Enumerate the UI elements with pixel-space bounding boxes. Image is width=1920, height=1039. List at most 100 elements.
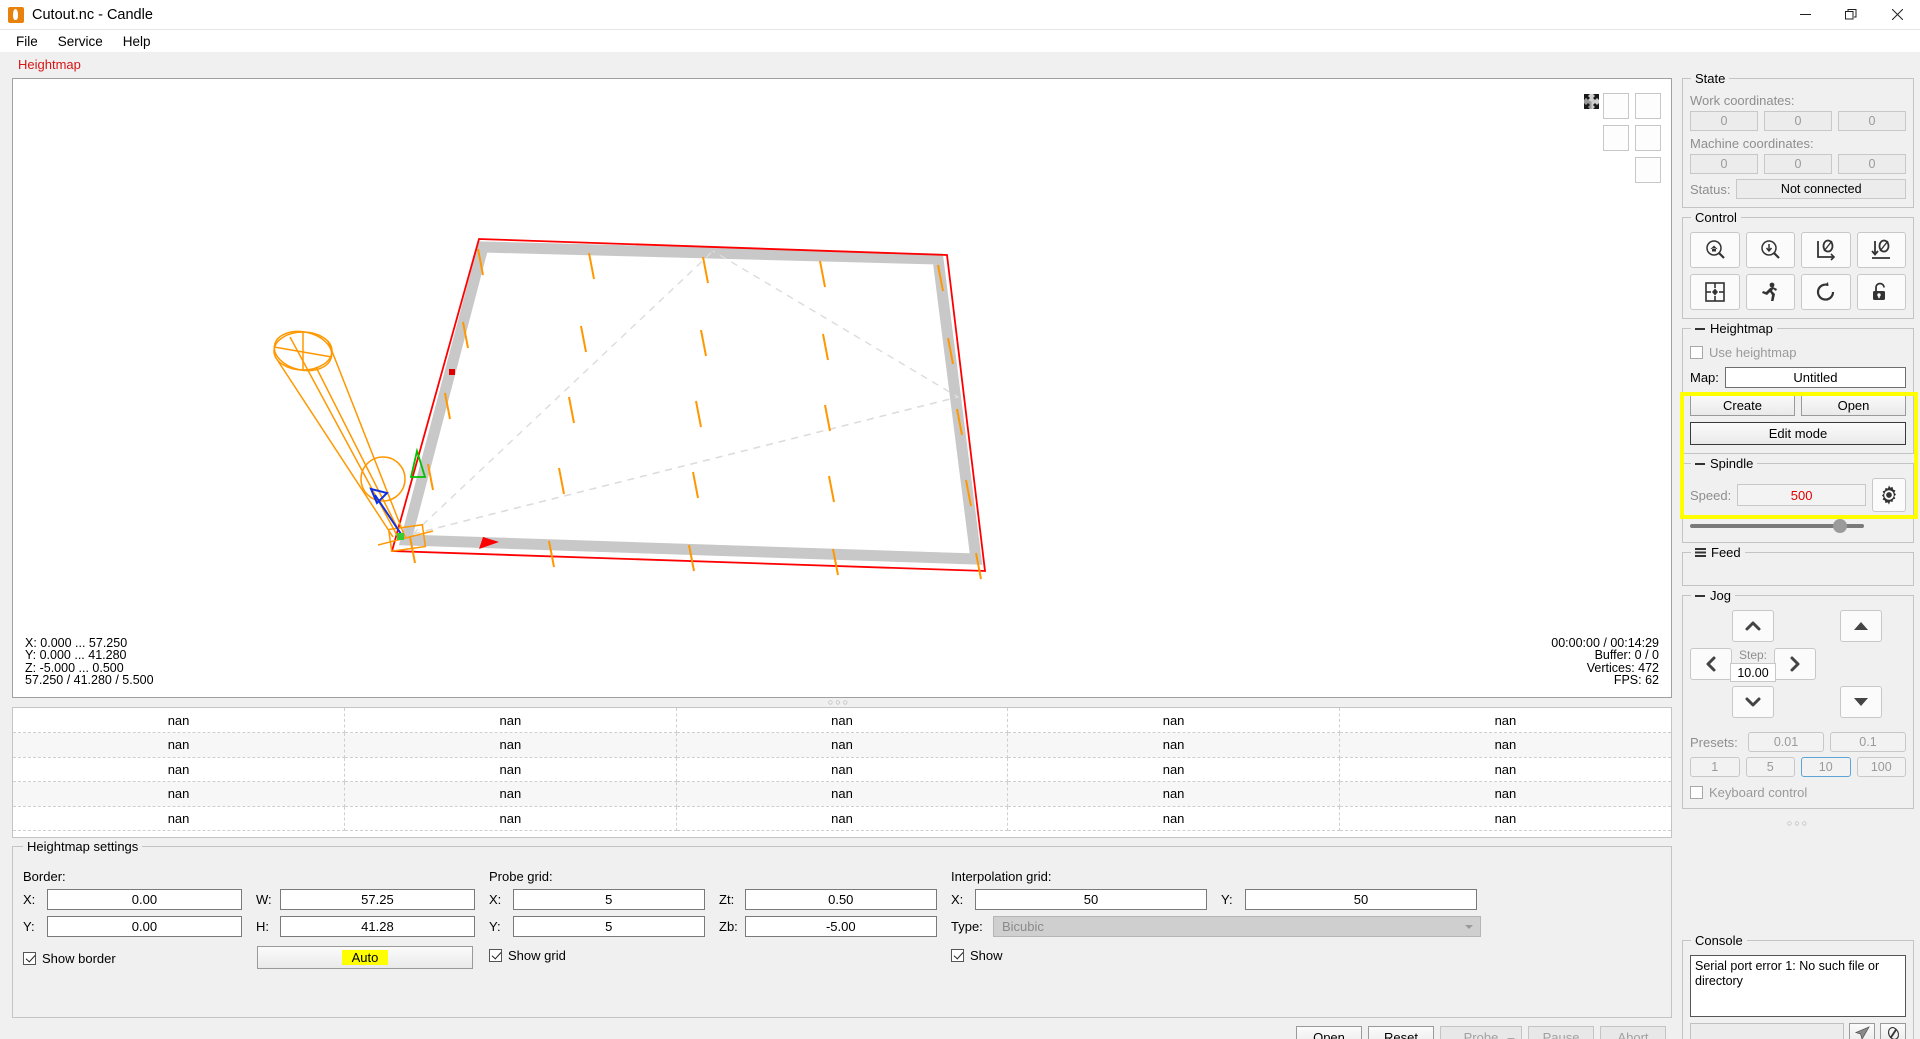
front-view-icon[interactable] [1584, 94, 1629, 151]
table-cell[interactable]: nan [1339, 781, 1671, 807]
show-grid-checkbox[interactable]: Show grid [489, 948, 937, 963]
run-icon[interactable] [1745, 274, 1795, 310]
table-cell[interactable]: nan [1339, 708, 1671, 733]
preset-0.01-button[interactable]: 0.01 [1748, 732, 1824, 752]
preset-10-button[interactable]: 10 [1801, 757, 1851, 777]
edit-mode-button[interactable]: Edit mode [1690, 422, 1906, 445]
jog-y-plus-button[interactable] [1732, 610, 1774, 642]
jog-x-minus-button[interactable] [1690, 648, 1732, 680]
table-row[interactable]: nan nan nan nan nan [13, 806, 1671, 831]
gear-icon[interactable] [1872, 478, 1906, 512]
menu-help[interactable]: Help [113, 32, 161, 51]
spindle-title[interactable]: Spindle [1691, 456, 1758, 471]
menu-service[interactable]: Service [48, 32, 113, 51]
hamburger-icon[interactable] [1695, 548, 1706, 557]
border-x-input[interactable]: 0.00 [46, 889, 242, 910]
table-cell[interactable]: nan [344, 806, 677, 831]
table-cell[interactable]: nan [344, 757, 677, 782]
preset-100-button[interactable]: 100 [1856, 757, 1906, 777]
heightmap-table-container[interactable]: nan nan nan nan nan nan nan nan nan nan nan nan nan n… [12, 707, 1672, 838]
jog-z-minus-button[interactable] [1840, 686, 1882, 718]
border-w-input[interactable]: 57.25 [279, 889, 475, 910]
show-border-checkbox[interactable]: Show border [23, 951, 233, 966]
table-cell[interactable]: nan [344, 708, 677, 733]
maximize-button[interactable] [1828, 0, 1874, 30]
table-cell[interactable]: nan [676, 781, 1009, 807]
safe-position-icon[interactable] [1690, 274, 1740, 310]
preset-0.1-button[interactable]: 0.1 [1830, 732, 1906, 752]
keyboard-control-checkbox[interactable]: Keyboard control [1690, 785, 1906, 800]
close-button[interactable] [1874, 0, 1920, 30]
probe-zt-input[interactable]: 0.50 [744, 889, 937, 910]
top-view-icon[interactable] [1584, 93, 1661, 119]
create-heightmap-button[interactable]: Create [1690, 394, 1795, 416]
table-cell[interactable]: nan [1339, 732, 1671, 758]
border-y-input[interactable]: 0.00 [46, 916, 242, 937]
table-cell[interactable]: nan [676, 732, 1009, 758]
interp-x-input[interactable]: 50 [975, 889, 1207, 910]
map-name-input[interactable]: Untitled [1724, 367, 1906, 388]
open-button[interactable]: Open [1296, 1026, 1362, 1039]
panel-splitter[interactable]: ○○○ [1682, 818, 1914, 828]
probe-button[interactable]: Probe [1440, 1026, 1522, 1039]
viewport-table-splitter[interactable]: ○○○ [0, 698, 1678, 707]
reset-icon[interactable] [1801, 274, 1851, 310]
jog-y-minus-button[interactable] [1732, 686, 1774, 718]
zero-z-icon[interactable] [1856, 232, 1906, 268]
heightmap-panel-title[interactable]: Heightmap [1691, 321, 1777, 336]
auto-button[interactable]: Auto [257, 946, 473, 969]
table-cell[interactable]: nan [1007, 806, 1340, 831]
unlock-icon[interactable] [1856, 274, 1906, 310]
probe-y-input[interactable]: 5 [512, 916, 706, 937]
border-h-input[interactable]: 41.28 [279, 916, 475, 937]
table-cell[interactable]: nan [1339, 806, 1671, 831]
work-y-value[interactable]: 0 [1764, 111, 1832, 131]
table-cell[interactable]: nan [676, 806, 1009, 831]
table-cell[interactable]: nan [676, 708, 1009, 733]
probe-zb-input[interactable]: -5.00 [744, 916, 937, 937]
table-cell[interactable]: nan [13, 757, 346, 782]
preset-1-button[interactable]: 1 [1690, 757, 1740, 777]
work-x-value[interactable]: 0 [1690, 111, 1758, 131]
isometric-view-icon[interactable] [1584, 93, 1629, 119]
machine-x-value[interactable]: 0 [1690, 154, 1758, 174]
fit-view-icon[interactable] [1584, 94, 1661, 183]
spindle-speed-input[interactable]: 500 [1737, 484, 1866, 506]
machine-y-value[interactable]: 0 [1764, 154, 1832, 174]
table-cell[interactable]: nan [1007, 732, 1340, 758]
menu-file[interactable]: File [6, 32, 48, 51]
table-cell[interactable]: nan [676, 757, 1009, 782]
jog-z-plus-button[interactable] [1840, 610, 1882, 642]
table-cell[interactable]: nan [13, 806, 346, 831]
use-heightmap-checkbox[interactable]: Use heightmap [1690, 345, 1906, 360]
table-cell[interactable]: nan [1339, 757, 1671, 782]
table-row[interactable]: nan nan nan nan nan [13, 757, 1671, 782]
spindle-speed-slider[interactable] [1690, 518, 1864, 534]
table-cell[interactable]: nan [13, 708, 346, 733]
jog-title[interactable]: Jog [1691, 588, 1735, 603]
minimize-button[interactable] [1782, 0, 1828, 30]
table-cell[interactable]: nan [344, 732, 677, 758]
jog-x-plus-button[interactable] [1774, 648, 1816, 680]
table-cell[interactable]: nan [1007, 757, 1340, 782]
home-icon[interactable] [1690, 232, 1740, 268]
tab-heightmap[interactable]: Heightmap [12, 56, 87, 74]
abort-button[interactable]: Abort [1600, 1026, 1666, 1039]
probe-zero-icon[interactable] [1745, 232, 1795, 268]
console-output[interactable]: Serial port error 1: No such file or dir… [1690, 955, 1906, 1017]
collapse-icon[interactable] [1695, 462, 1705, 465]
send-icon[interactable] [1849, 1023, 1875, 1039]
jog-step-input[interactable]: 10.00 [1730, 663, 1776, 682]
pause-button[interactable]: Pause [1528, 1026, 1594, 1039]
feed-title[interactable]: Feed [1691, 545, 1745, 560]
show-interp-checkbox[interactable]: Show [951, 948, 1491, 963]
table-row[interactable]: nan nan nan nan nan [13, 732, 1671, 758]
table-cell[interactable]: nan [1007, 708, 1340, 733]
table-row[interactable]: nan nan nan nan nan [13, 781, 1671, 807]
slider-knob[interactable] [1832, 519, 1847, 533]
interp-y-input[interactable]: 50 [1245, 889, 1477, 910]
probe-x-input[interactable]: 5 [512, 889, 706, 910]
interpolation-type-select[interactable]: Bicubic [993, 916, 1481, 937]
clear-icon[interactable] [1880, 1023, 1906, 1039]
machine-z-value[interactable]: 0 [1838, 154, 1906, 174]
